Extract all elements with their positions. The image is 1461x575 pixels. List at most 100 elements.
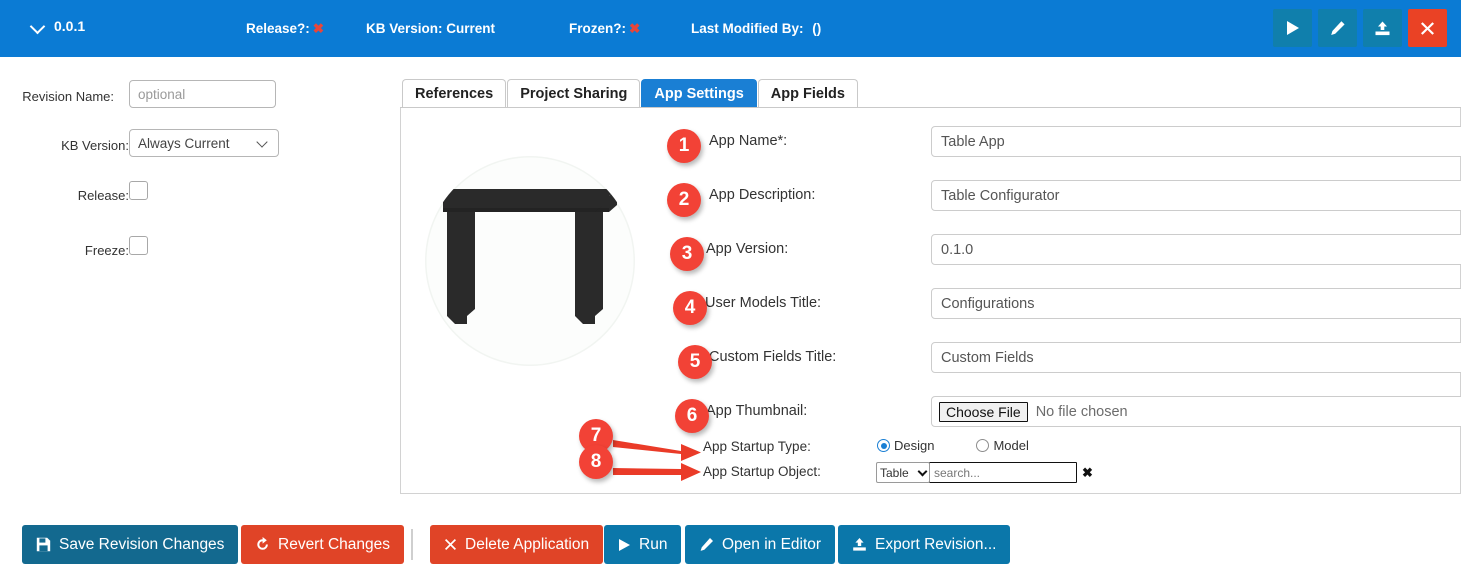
header-meta-frozen-label: Frozen?: bbox=[569, 21, 626, 36]
tab-strip: References Project Sharing App Settings … bbox=[400, 79, 1461, 108]
header-meta-last-modified: Last Modified By: () bbox=[691, 21, 821, 36]
clear-x-icon[interactable]: ✖ bbox=[1082, 466, 1093, 479]
app-version-input[interactable] bbox=[931, 234, 1461, 265]
revision-number-label: 0.0.1 bbox=[54, 18, 86, 34]
app-name-input[interactable] bbox=[931, 126, 1461, 157]
upload-icon bbox=[1374, 20, 1391, 37]
tab-app-fields[interactable]: App Fields bbox=[757, 79, 858, 107]
header-run-button[interactable] bbox=[1273, 9, 1312, 47]
user-models-title-input[interactable] bbox=[931, 288, 1461, 319]
header-meta-kb-value: Current bbox=[446, 21, 496, 36]
frozen-false-x-icon: ✖ bbox=[629, 21, 641, 36]
app-startup-type-radio-group: Design Model bbox=[877, 438, 1029, 453]
radio-model-input[interactable] bbox=[976, 439, 990, 452]
header-meta-modified-value: () bbox=[812, 21, 822, 36]
annotation-badge-2: 2 bbox=[667, 183, 701, 217]
revision-name-input[interactable] bbox=[129, 80, 276, 108]
annotation-badge-8: 8 bbox=[579, 445, 613, 479]
choose-file-button[interactable]: Choose File bbox=[939, 401, 1028, 422]
delete-application-label: Delete Application bbox=[465, 535, 590, 553]
table-product-image bbox=[425, 156, 635, 366]
tab-project-sharing[interactable]: Project Sharing bbox=[507, 79, 641, 107]
user-models-title-label: User Models Title: bbox=[705, 295, 822, 311]
header-meta-kb-label: KB Version: bbox=[366, 21, 443, 36]
header-meta-modified-label: Last Modified By: bbox=[691, 21, 804, 36]
radio-design[interactable]: Design bbox=[877, 438, 934, 453]
startup-object-search-input[interactable] bbox=[929, 462, 1077, 483]
header-action-buttons bbox=[1273, 9, 1447, 47]
app-root: 0.0.1 Release?: ✖ KB Version: Current Fro… bbox=[0, 0, 1461, 575]
app-version-label: App Version: bbox=[706, 241, 789, 257]
revision-header-bar: 0.0.1 Release?: ✖ KB Version: Current Fro… bbox=[0, 0, 1461, 57]
app-settings-panel-body: 1 App Name*: 2 App Description: 3 App Ve… bbox=[400, 108, 1461, 494]
play-icon bbox=[1285, 20, 1300, 36]
app-description-label: App Description: bbox=[709, 187, 816, 203]
kb-version-label: KB Version: bbox=[61, 138, 129, 153]
annotation-badge-6: 6 bbox=[675, 399, 709, 433]
run-label: Run bbox=[639, 535, 668, 553]
revision-left-form: Revision Name: KB Version: Always Curren… bbox=[0, 80, 400, 278]
app-startup-type-label: App Startup Type: bbox=[703, 439, 811, 454]
save-revision-changes-button[interactable]: Save Revision Changes bbox=[22, 525, 239, 564]
pencil-icon bbox=[1329, 20, 1346, 37]
revision-expand-toggle[interactable]: 0.0.1 bbox=[32, 18, 85, 34]
header-meta-frozen: Frozen?: ✖ bbox=[569, 21, 640, 37]
close-x-icon bbox=[1420, 21, 1435, 36]
release-false-x-icon: ✖ bbox=[312, 21, 325, 36]
pencil-icon bbox=[699, 537, 714, 552]
bottom-action-toolbar: Save Revision Changes Revert Changes Del… bbox=[0, 525, 1461, 575]
custom-fields-title-label: Custom Fields Title: bbox=[709, 349, 837, 365]
annotation-arrow-8 bbox=[613, 463, 701, 481]
header-close-button[interactable] bbox=[1408, 9, 1447, 47]
tab-app-settings[interactable]: App Settings bbox=[641, 79, 757, 107]
app-thumbnail-file-row: Choose File No file chosen bbox=[931, 396, 1461, 427]
startup-object-type-select-wrap: Table bbox=[876, 462, 930, 483]
freeze-checkbox[interactable] bbox=[129, 236, 148, 255]
undo-icon bbox=[255, 537, 270, 552]
tab-references[interactable]: References bbox=[402, 79, 507, 107]
annotation-badge-4: 4 bbox=[673, 291, 707, 325]
export-revision-button[interactable]: Export Revision... bbox=[838, 525, 1011, 564]
app-name-label: App Name*: bbox=[709, 133, 788, 149]
delete-application-button[interactable]: Delete Application bbox=[430, 525, 604, 564]
app-description-input[interactable] bbox=[931, 180, 1461, 211]
app-startup-object-label: App Startup Object: bbox=[703, 464, 821, 479]
freeze-label: Freeze: bbox=[84, 243, 129, 258]
release-checkbox[interactable] bbox=[129, 181, 148, 200]
toolbar-divider bbox=[411, 529, 413, 560]
save-disk-icon bbox=[36, 537, 51, 552]
close-x-icon bbox=[444, 538, 457, 551]
kb-version-select-wrap: Always Current bbox=[129, 129, 279, 157]
annotation-badge-3: 3 bbox=[670, 237, 704, 271]
radio-design-label: Design bbox=[894, 438, 935, 453]
revision-name-label: Revision Name: bbox=[22, 89, 114, 104]
revision-name-row: Revision Name: bbox=[0, 80, 400, 124]
settings-tab-panel: References Project Sharing App Settings … bbox=[400, 79, 1461, 494]
annotation-badge-5: 5 bbox=[678, 345, 712, 379]
revert-changes-button[interactable]: Revert Changes bbox=[241, 525, 405, 564]
freeze-row: Freeze: bbox=[0, 234, 400, 278]
annotation-arrow-7 bbox=[613, 440, 701, 461]
kb-version-row: KB Version: Always Current bbox=[0, 129, 400, 173]
run-button[interactable]: Run bbox=[604, 525, 682, 564]
header-meta-release: Release?: ✖ bbox=[246, 21, 324, 37]
export-revision-label: Export Revision... bbox=[875, 535, 997, 553]
header-edit-button[interactable] bbox=[1318, 9, 1357, 47]
startup-object-type-select[interactable]: Table bbox=[876, 462, 930, 483]
custom-fields-title-input[interactable] bbox=[931, 342, 1461, 373]
play-icon bbox=[618, 538, 631, 552]
upload-icon bbox=[852, 537, 867, 552]
chevron-down-icon bbox=[32, 20, 45, 33]
save-revision-changes-label: Save Revision Changes bbox=[59, 535, 225, 553]
kb-version-select[interactable]: Always Current bbox=[129, 129, 279, 157]
open-in-editor-button[interactable]: Open in Editor bbox=[685, 525, 836, 564]
header-export-button[interactable] bbox=[1363, 9, 1402, 47]
header-meta-kb-version: KB Version: Current bbox=[366, 21, 495, 36]
open-in-editor-label: Open in Editor bbox=[722, 535, 822, 553]
radio-model[interactable]: Model bbox=[976, 438, 1029, 453]
release-row: Release: bbox=[0, 179, 400, 223]
app-thumbnail-label: App Thumbnail: bbox=[706, 403, 808, 419]
radio-design-input[interactable] bbox=[877, 439, 890, 452]
header-meta-release-label: Release?: bbox=[246, 21, 310, 36]
app-thumbnail-preview bbox=[425, 156, 635, 366]
